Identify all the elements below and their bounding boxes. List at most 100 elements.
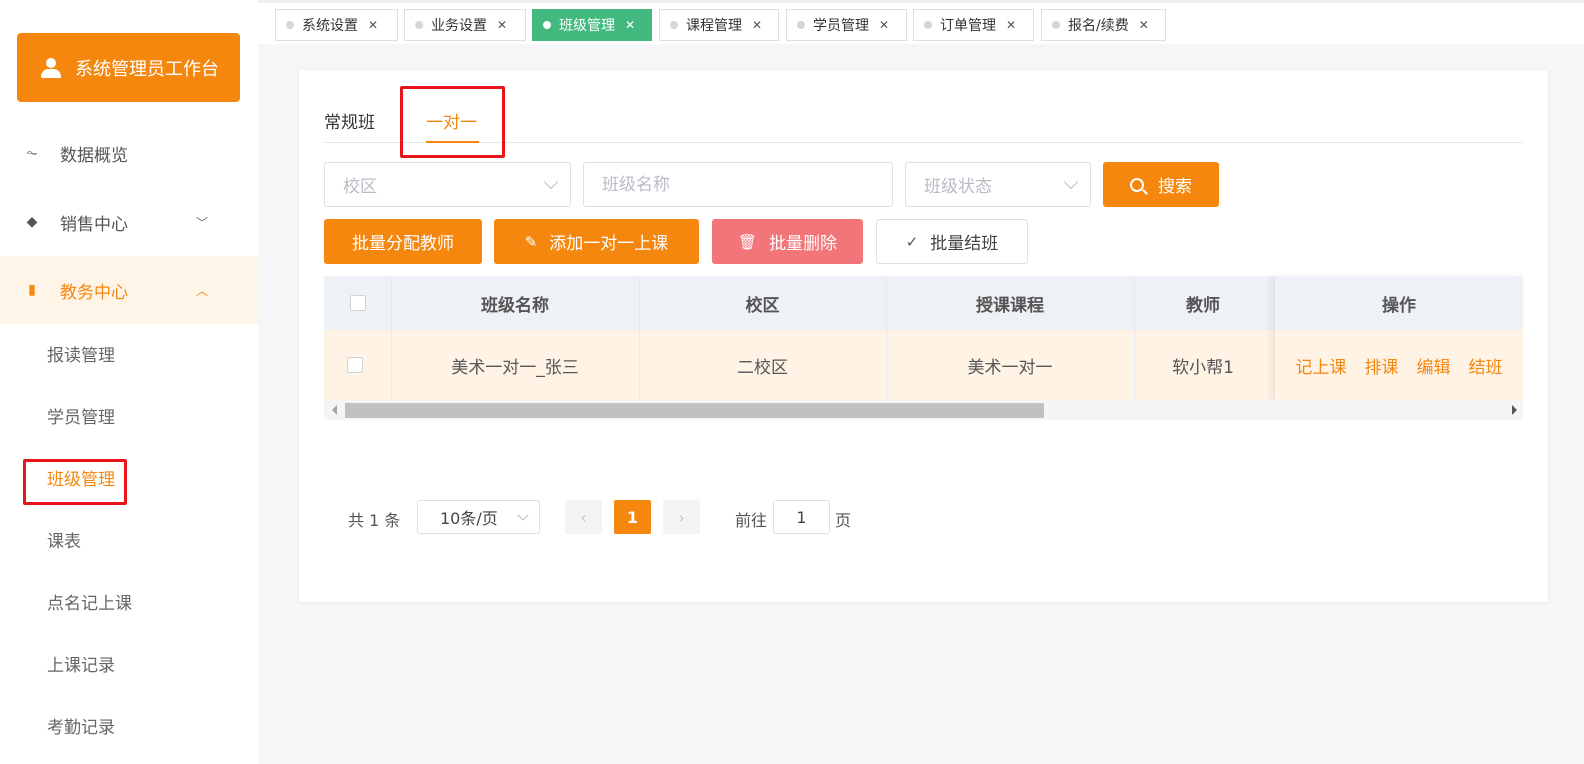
search-icon (1130, 177, 1144, 192)
highlight-box (400, 86, 505, 158)
row-select-cell (324, 330, 386, 400)
dot-icon (543, 21, 551, 29)
sub-item-timetable[interactable]: 课表 (47, 530, 81, 554)
button-label: 批量删除 (769, 234, 838, 254)
pagination-total: 共 1 条 (348, 511, 401, 530)
goto-label: 前往 (735, 511, 768, 530)
scroll-right-icon[interactable] (1512, 405, 1517, 415)
menu-label: 教务中心 (60, 282, 128, 303)
tab-course-management[interactable]: 课程管理 ✕ (659, 9, 779, 41)
tab-label: 订单管理 (940, 18, 996, 34)
sub-item-class-records[interactable]: 上课记录 (47, 654, 115, 678)
chevron-left-icon: ‹ (580, 507, 587, 527)
page-size-value: 10条/页 (440, 509, 498, 528)
header-teacher[interactable]: 教师 (1134, 276, 1272, 330)
scroll-left-icon[interactable] (332, 405, 337, 415)
class-name-link[interactable]: 美术一对一_张三 (391, 330, 639, 400)
main-card: 常规班 一对一 校区 班级状态 搜索 批量分配教师 ✎ 添加一对一上课 🗑 批量… (299, 70, 1548, 602)
batch-delete-button[interactable]: 🗑 批量删除 (712, 219, 863, 264)
dot-icon (1052, 21, 1060, 29)
header-ops: 操作 (1275, 276, 1523, 330)
ops-column: 操作 记上课 排课 编辑 结班 (1275, 276, 1523, 400)
highlight-box (23, 459, 127, 505)
tab-business-settings[interactable]: 业务设置 ✕ (404, 9, 526, 41)
edit-link[interactable]: 编辑 (1417, 353, 1451, 378)
record-class-link[interactable]: 记上课 (1296, 353, 1347, 378)
tabs-bar: 系统设置 ✕ 业务设置 ✕ 班级管理 ✕ 课程管理 ✕ 学员管理 ✕ 订单管理 … (258, 0, 1584, 44)
pencil-icon: ✎ (524, 232, 538, 251)
course-cell: 美术一对一 (967, 357, 1053, 378)
teacher-cell: 软小帮1 (1172, 357, 1234, 378)
tab-label: 业务设置 (431, 18, 487, 34)
class-name-input[interactable] (602, 174, 892, 195)
class-name-field[interactable] (583, 162, 893, 207)
status-select[interactable]: 班级状态 (905, 162, 1091, 207)
sub-item-enrollment[interactable]: 报读管理 (47, 344, 115, 368)
add-one-on-one-button[interactable]: ✎ 添加一对一上课 (494, 219, 699, 264)
dot-icon (415, 21, 423, 29)
chart-icon: ⏦ (26, 145, 38, 161)
campus-select[interactable]: 校区 (324, 162, 571, 207)
tab-order-management[interactable]: 订单管理 ✕ (913, 9, 1034, 41)
dot-icon (924, 21, 932, 29)
menu-academic-center[interactable]: ▮ 教务中心 ︿ (0, 256, 258, 324)
column-divider (886, 276, 887, 400)
chevron-up-icon: ︿ (196, 283, 209, 298)
button-label: 批量结班 (930, 234, 999, 254)
subtab-regular[interactable]: 常规班 (324, 108, 375, 133)
header-class-name[interactable]: 班级名称 (391, 276, 639, 330)
close-icon[interactable]: ✕ (497, 18, 507, 32)
horizontal-scrollbar[interactable] (324, 400, 1523, 420)
close-icon[interactable]: ✕ (879, 18, 889, 32)
dot-icon (286, 21, 294, 29)
column-divider (391, 276, 392, 400)
tab-system-settings[interactable]: 系统设置 ✕ (275, 9, 398, 41)
page-size-select[interactable]: 10条/页 (417, 500, 540, 534)
batch-close-button[interactable]: ✓ 批量结班 (876, 219, 1028, 264)
select-all-checkbox[interactable] (349, 295, 366, 311)
button-label: 批量分配教师 (352, 234, 454, 254)
status-placeholder: 班级状态 (924, 177, 992, 197)
prev-page-button[interactable]: ‹ (565, 500, 602, 534)
goto-page-input[interactable]: 1 (773, 500, 830, 534)
tab-enroll-renew[interactable]: 报名/续费 ✕ (1041, 9, 1166, 41)
row-checkbox[interactable] (347, 357, 363, 373)
assign-teacher-button[interactable]: 批量分配教师 (324, 219, 482, 264)
tag-icon: ◆ (26, 214, 38, 230)
chevron-down-icon (543, 174, 559, 190)
close-icon[interactable]: ✕ (1139, 18, 1149, 32)
search-button[interactable]: 搜索 (1103, 162, 1219, 207)
check-circle-icon: ✓ (905, 232, 919, 251)
campus-cell: 二校区 (737, 357, 788, 378)
menu-data-overview[interactable]: ⏦ 数据概览 (0, 119, 258, 187)
chevron-right-icon: › (678, 507, 685, 527)
sub-item-students[interactable]: 学员管理 (47, 406, 115, 430)
user-icon (41, 57, 61, 78)
sidebar: 系统管理员工作台 ⏦ 数据概览 ◆ 销售中心 ﹀ ▮ 教务中心 ︿ 报读管理 学… (0, 0, 258, 764)
schedule-link[interactable]: 排课 (1365, 353, 1399, 378)
tab-label: 课程管理 (686, 18, 742, 34)
ops-cell: 记上课 排课 编辑 结班 (1275, 330, 1523, 400)
scrollbar-thumb[interactable] (345, 403, 1044, 418)
search-label: 搜索 (1158, 177, 1192, 197)
next-page-button[interactable]: › (663, 500, 700, 534)
sub-item-attendance[interactable]: 考勤记录 (47, 716, 115, 740)
tab-label: 报名/续费 (1068, 18, 1129, 34)
chevron-down-icon (1063, 174, 1079, 190)
header-campus[interactable]: 校区 (639, 276, 886, 330)
tab-student-management[interactable]: 学员管理 ✕ (786, 9, 907, 41)
tab-class-management[interactable]: 班级管理 ✕ (532, 9, 652, 41)
close-icon[interactable]: ✕ (1006, 18, 1016, 32)
close-class-link[interactable]: 结班 (1469, 353, 1503, 378)
header-course[interactable]: 授课课程 (886, 276, 1134, 330)
page-number-current[interactable]: 1 (614, 500, 651, 534)
close-icon[interactable]: ✕ (368, 18, 378, 32)
menu-sales-center[interactable]: ◆ 销售中心 ﹀ (0, 188, 258, 256)
close-icon[interactable]: ✕ (625, 18, 635, 32)
dot-icon (797, 21, 805, 29)
tab-label: 学员管理 (813, 18, 869, 34)
sub-item-roll-call[interactable]: 点名记上课 (47, 592, 132, 616)
workbench-button[interactable]: 系统管理员工作台 (17, 33, 240, 102)
close-icon[interactable]: ✕ (752, 18, 762, 32)
campus-placeholder: 校区 (343, 177, 377, 197)
